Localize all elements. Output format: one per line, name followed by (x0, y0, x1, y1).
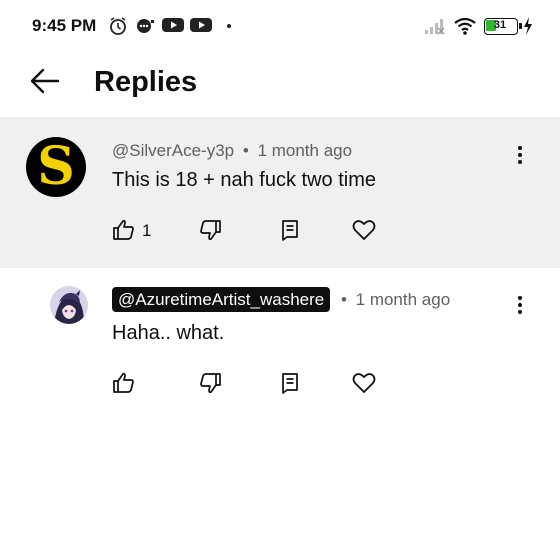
heart-icon[interactable] (351, 217, 377, 243)
app-header: Replies (0, 52, 560, 116)
page-title: Replies (94, 66, 198, 98)
signal-icon (425, 19, 445, 35)
status-time: 9:45 PM (32, 16, 97, 35)
thumbs-down-icon[interactable] (198, 218, 222, 242)
wifi-icon (454, 17, 476, 35)
thumbs-up-icon[interactable] (112, 371, 136, 395)
comment-timestamp: 1 month ago (257, 141, 353, 160)
reply-comment-icon[interactable] (278, 218, 302, 242)
meta-separator: • (340, 290, 347, 309)
thumbs-up-icon[interactable] (112, 218, 136, 242)
chat-bubble-icon (137, 19, 154, 33)
comment-author[interactable]: @SilverAce-y3p (112, 141, 234, 160)
comment-text: Haha.. what. (112, 322, 225, 344)
comment-timestamp: 1 month ago (355, 290, 451, 309)
comment-meta: @SilverAce-y3p • 1 month ago (112, 141, 352, 161)
alarm-icon (110, 17, 126, 35)
more-notifications-dot-icon (227, 24, 231, 28)
comment-author-badge[interactable]: @AzuretimeArtist_washere (112, 287, 331, 312)
anime-avatar-image (50, 286, 88, 324)
more-options-button[interactable] (510, 291, 530, 319)
comment-meta: @AzuretimeArtist_washere • 1 month ago (112, 287, 451, 312)
meta-separator: • (242, 141, 249, 160)
reply-comment: @AzuretimeArtist_washere • 1 month ago H… (0, 270, 560, 420)
heart-icon[interactable] (351, 370, 377, 396)
reply-comment-icon[interactable] (278, 371, 302, 395)
battery-icon: 31 (484, 18, 522, 35)
comment-text: This is 18 + nah fuck two time (112, 169, 377, 191)
avatar-letter: S (37, 137, 75, 197)
like-count: 1 (142, 221, 152, 240)
avatar[interactable] (50, 286, 88, 324)
youtube-notification-icon (162, 18, 184, 32)
youtube-notification-icon (190, 18, 212, 32)
more-options-button[interactable] (510, 141, 530, 169)
parent-comment: S @SilverAce-y3p • 1 month ago This is 1… (0, 117, 560, 268)
charging-bolt-icon (524, 17, 532, 35)
avatar[interactable]: S (26, 137, 86, 197)
back-arrow-icon[interactable] (28, 64, 62, 98)
status-bar: 9:45 PM 31 (0, 0, 560, 52)
thumbs-down-icon[interactable] (198, 371, 222, 395)
battery-level: 31 (493, 19, 507, 31)
